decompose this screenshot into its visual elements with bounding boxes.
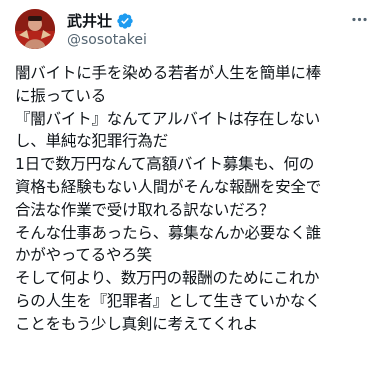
display-name[interactable]: 武井壮 bbox=[67, 11, 112, 31]
ellipsis-icon bbox=[351, 17, 367, 21]
tweet-text-line: ことをもう少し真剣に考えてくれよ bbox=[15, 314, 259, 333]
tweet-text-line: そして何より、数万円の報酬のためにこれか bbox=[15, 269, 320, 288]
tweet-text-line: かがやってるやろ笑 bbox=[15, 246, 152, 265]
tweet-text-line: 『闇バイト』なんてアルバイトは存在しない bbox=[15, 109, 321, 128]
name-row: 武井壮 bbox=[67, 11, 134, 31]
tweet-text-line: 闇バイトに手を染める若者が人生を簡単に棒 bbox=[15, 64, 322, 82]
tweet-text-line: 資格も経験もない人間がそんな報酬を安全で bbox=[15, 177, 322, 196]
tweet-text-line: そんな仕事あったら、募集なんか必要なく誰 bbox=[15, 223, 322, 242]
avatar[interactable] bbox=[15, 9, 55, 49]
tweet-card: 武井壮 @sosotakei 闇バイトに手を染める若者が人生を簡単に棒 に振って… bbox=[0, 0, 381, 367]
tweet-text-line: 合法な作業で受け取れる訳ないだろ？ bbox=[15, 200, 275, 219]
verified-badge-icon bbox=[116, 12, 134, 30]
tweet-text-line: 1日で数万円なんて高額バイト募集も、何の bbox=[15, 155, 315, 174]
tweet-text-line: に振っている bbox=[15, 86, 107, 105]
tweet-text: 闇バイトに手を染める若者が人生を簡単に棒 に振っている 『闇バイト』なんてアルバ… bbox=[15, 62, 371, 336]
tweet-text-line: し、単純な犯罪行為だ bbox=[15, 132, 169, 151]
tweet-header: 武井壮 @sosotakei bbox=[15, 9, 369, 49]
more-options-button[interactable] bbox=[349, 9, 369, 29]
avatar-photo-icon bbox=[15, 9, 55, 49]
author-handle[interactable]: @sosotakei bbox=[67, 31, 147, 49]
tweet-text-line: らの人生を『犯罪者』として生きていかなく bbox=[15, 291, 321, 310]
author-identity: 武井壮 @sosotakei bbox=[67, 11, 329, 49]
